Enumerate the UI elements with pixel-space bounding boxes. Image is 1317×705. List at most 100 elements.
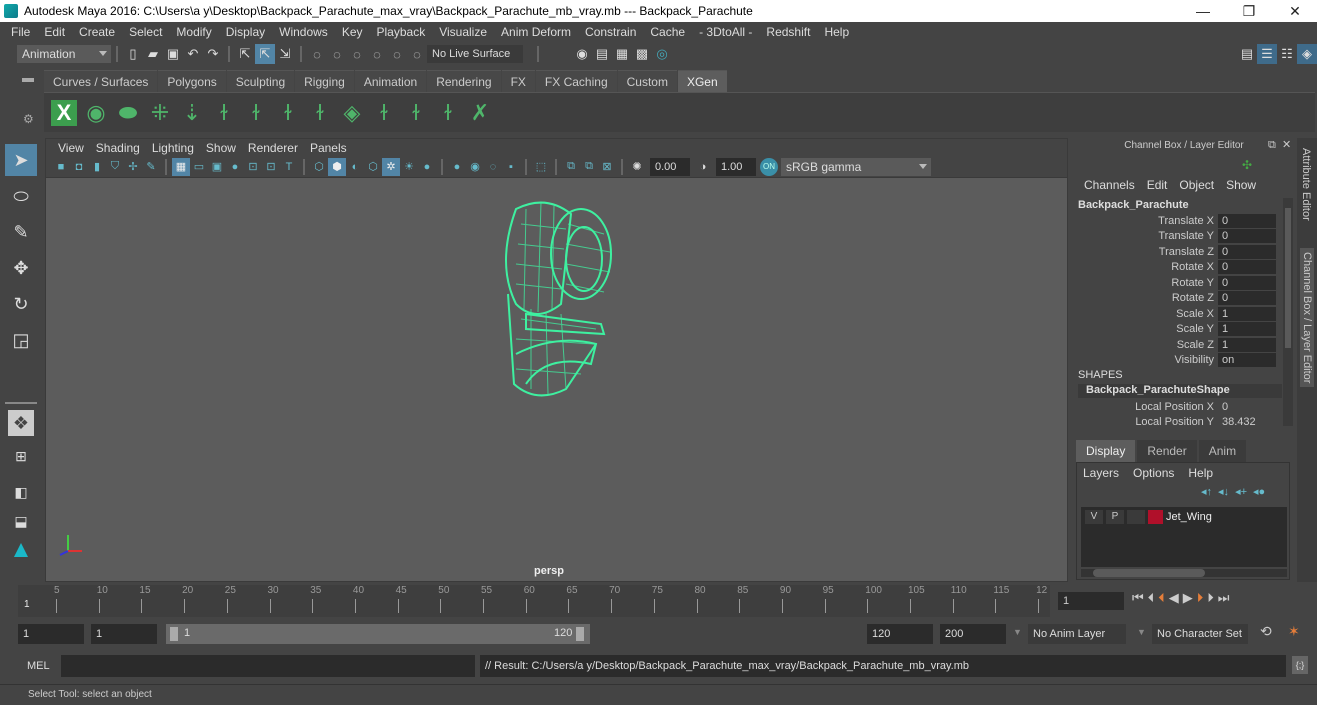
field-chart-icon[interactable]: ⊡: [244, 158, 262, 176]
new-layer-selected-icon[interactable]: ◂●: [1253, 485, 1265, 498]
move-tool-icon[interactable]: ✥: [5, 252, 37, 284]
layer-color-swatch[interactable]: [1148, 510, 1163, 524]
gamma-field[interactable]: 1.00: [716, 157, 756, 176]
four-view-layout-icon[interactable]: ⊞: [5, 440, 37, 472]
go-to-start-icon[interactable]: ⏮: [1132, 590, 1144, 606]
channel-menu-object[interactable]: Object: [1173, 178, 1220, 192]
visibility-toggle[interactable]: V: [1085, 510, 1103, 524]
side-tab-attribute-editor[interactable]: Attribute Editor: [1300, 148, 1312, 221]
screen-space-ao-icon[interactable]: ●: [448, 158, 466, 176]
shelf-tab-rendering[interactable]: Rendering: [427, 70, 501, 92]
object-name[interactable]: Backpack_Parachute: [1078, 199, 1189, 211]
exposure-field[interactable]: 0.00: [650, 157, 690, 176]
shelf-tab-rigging[interactable]: Rigging: [295, 70, 354, 92]
modeling-toolkit-icon[interactable]: ▤: [1237, 44, 1257, 64]
go-to-end-icon[interactable]: ⏭: [1218, 590, 1230, 606]
paint-select-icon[interactable]: ✎: [5, 216, 37, 248]
range-start-handle[interactable]: [170, 627, 178, 641]
channel-row[interactable]: Translate Y 0: [1072, 228, 1282, 243]
scrollbar-thumb[interactable]: [1093, 569, 1205, 577]
add-guide-icon[interactable]: ɫ: [208, 97, 240, 129]
channel-row[interactable]: Scale Z 1: [1072, 337, 1282, 352]
hypershade-icon[interactable]: ◎: [652, 44, 672, 64]
playback-end-field[interactable]: 120: [867, 624, 933, 644]
shelf-tab-sculpting[interactable]: Sculpting: [226, 70, 295, 92]
undo-icon[interactable]: ↶: [183, 44, 203, 64]
viewport-menu-show[interactable]: Show: [200, 141, 242, 155]
move-layer-down-icon[interactable]: ◂↓: [1218, 485, 1229, 498]
channel-value[interactable]: on: [1218, 352, 1276, 367]
open-scene-icon[interactable]: ▰: [143, 44, 163, 64]
play-forwards-icon[interactable]: ▶: [1183, 590, 1193, 606]
chevron-down-icon[interactable]: ▼: [1013, 627, 1022, 637]
viewport-menu-shading[interactable]: Shading: [90, 141, 146, 155]
sculpt-guide-icon[interactable]: ɫ: [240, 97, 272, 129]
select-hierarchy-icon[interactable]: ⇱: [235, 44, 255, 64]
viewport-menu-panels[interactable]: Panels: [304, 141, 353, 155]
end-time-field[interactable]: 200: [940, 624, 1006, 644]
single-perspective-layout-icon[interactable]: ❖: [8, 410, 34, 436]
grease-pencil-icon[interactable]: ✎: [142, 158, 160, 176]
render-frame-icon[interactable]: ▤: [592, 44, 612, 64]
tab-render[interactable]: Render: [1137, 440, 1197, 462]
side-tab-channel-box[interactable]: Channel Box / Layer Editor: [1300, 248, 1314, 388]
scale-tool-icon[interactable]: ◲: [5, 324, 37, 356]
range-slider[interactable]: 1 120: [166, 624, 590, 644]
current-frame-field[interactable]: 1: [1058, 592, 1124, 610]
color-space-dropdown[interactable]: sRGB gamma: [781, 157, 931, 176]
script-editor-icon[interactable]: {;}: [1292, 656, 1308, 674]
channel-row[interactable]: Translate X 0: [1072, 213, 1282, 228]
bookmark-icon[interactable]: ▮: [88, 158, 106, 176]
gate-mask-icon[interactable]: ●: [226, 158, 244, 176]
snap-view-plane-icon[interactable]: ◌: [387, 44, 407, 64]
chevron-down-icon[interactable]: ▼: [1137, 627, 1146, 637]
viewport-menu-renderer[interactable]: Renderer: [242, 141, 304, 155]
start-time-field[interactable]: 1: [18, 624, 84, 644]
channel-value[interactable]: 0: [1218, 244, 1276, 259]
ipr-render-icon[interactable]: ▦: [612, 44, 632, 64]
character-set-dropdown[interactable]: No Character Set: [1152, 624, 1248, 644]
xgen-grid-icon[interactable]: ◈: [336, 97, 368, 129]
step-forward-key-icon[interactable]: ⏵: [1197, 590, 1204, 606]
smooth-shade-icon[interactable]: ⬢: [328, 157, 346, 176]
film-gate-icon[interactable]: ▭: [190, 158, 208, 176]
motion-blur-icon[interactable]: ◉: [466, 158, 484, 176]
tool-settings-toggle-icon[interactable]: ☷: [1277, 44, 1297, 64]
scrollbar-thumb[interactable]: [1285, 208, 1291, 348]
time-slider[interactable]: 1 5 10 15 20 25 30 35 40 45 50 55 60 65 70 75 80 85 90 95 10…: [18, 585, 1050, 617]
menu-file[interactable]: File: [4, 25, 37, 39]
layer-row[interactable]: V P Jet_Wing: [1081, 507, 1287, 527]
channel-value[interactable]: 1: [1218, 321, 1276, 336]
menu-constrain[interactable]: Constrain: [578, 25, 643, 39]
maya-home-icon[interactable]: ▲: [5, 534, 37, 566]
command-language-label[interactable]: MEL: [27, 660, 50, 672]
textured-icon[interactable]: ✲: [382, 157, 400, 176]
rotate-tool-icon[interactable]: ↻: [5, 288, 37, 320]
auto-key-icon[interactable]: ⟲: [1260, 623, 1272, 640]
menu-create[interactable]: Create: [72, 25, 122, 39]
menu-key[interactable]: Key: [335, 25, 370, 39]
lasso-tool-icon[interactable]: ⬭: [5, 180, 37, 212]
channel-scrollbar[interactable]: [1283, 198, 1293, 426]
channel-menu-show[interactable]: Show: [1220, 178, 1262, 192]
step-forward-frame-icon[interactable]: ⏵: [1207, 590, 1214, 606]
menu-anim-deform[interactable]: Anim Deform: [494, 25, 578, 39]
layer-menu-layers[interactable]: Layers: [1083, 466, 1119, 480]
new-layer-icon[interactable]: ◂+: [1235, 485, 1247, 498]
live-surface-field[interactable]: No Live Surface: [427, 45, 523, 63]
channel-row[interactable]: Rotate Y 0: [1072, 275, 1282, 290]
step-back-frame-icon[interactable]: ⏴: [1148, 590, 1155, 606]
select-component-icon[interactable]: ⇲: [275, 44, 295, 64]
manipulator-icon[interactable]: ✣: [1242, 158, 1252, 172]
float-panel-icon[interactable]: ⧉: [1268, 139, 1276, 152]
snap-curve-icon[interactable]: ◌: [327, 44, 347, 64]
place-guides-icon[interactable]: ⇣: [176, 97, 208, 129]
close-button[interactable]: ✕: [1272, 0, 1317, 22]
delete-guide-icon[interactable]: ✗: [464, 97, 496, 129]
shelf-tab-xgen[interactable]: XGen: [677, 70, 727, 92]
channel-value[interactable]: 0: [1218, 213, 1276, 228]
select-tool-icon[interactable]: ➤: [5, 144, 37, 176]
menu-3dtoall[interactable]: - 3DtoAll -: [692, 25, 759, 39]
layer-name[interactable]: Jet_Wing: [1166, 511, 1212, 523]
minimize-button[interactable]: —: [1180, 0, 1226, 22]
